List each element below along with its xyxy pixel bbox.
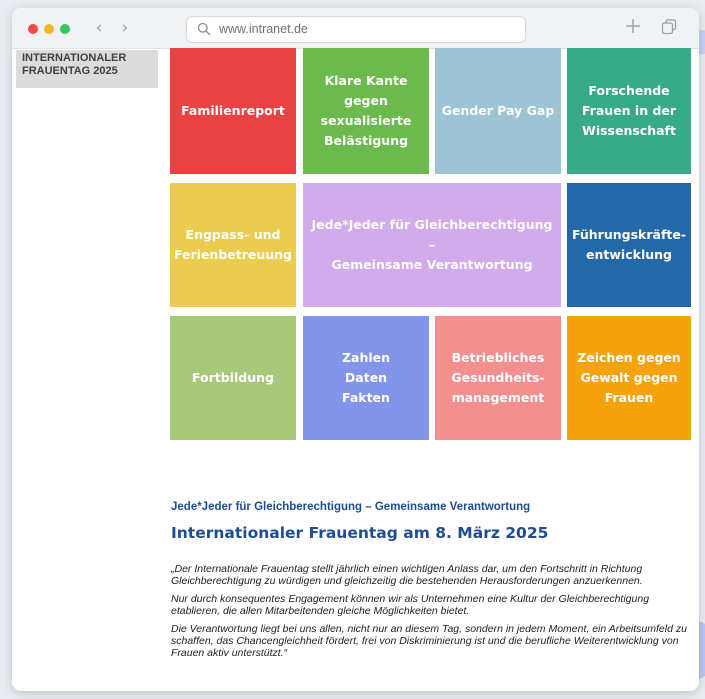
tile-familienreport[interactable]: Familienreport <box>170 48 296 174</box>
chevron-right-icon[interactable]: › <box>116 17 134 39</box>
tile-fortbildung[interactable]: Fortbildung <box>170 316 296 440</box>
tile-gewalt-gegen-frauen[interactable]: Zeichen gegen Gewalt gegen Frauen <box>567 316 691 440</box>
plus-icon[interactable] <box>624 17 642 35</box>
minimize-window-button[interactable] <box>44 24 54 34</box>
tile-gesundheitsmanagement[interactable]: Betriebliches Gesundheits- management <box>435 316 561 440</box>
article-kicker: Jede*Jeder für Gleichberechtigung – Geme… <box>171 501 531 513</box>
sidebar-item-label: INTERNATIONALER FRAUENTAG 2025 <box>22 52 127 77</box>
article-headline: Internationaler Frauentag am 8. März 202… <box>171 524 549 542</box>
article-paragraph: Die Verantwortung liegt bei uns allen, n… <box>171 623 687 659</box>
browser-toolbar: ‹ › www.intranet.de <box>12 8 699 49</box>
address-bar[interactable]: www.intranet.de <box>186 16 526 43</box>
tile-gleichberechtigung[interactable]: Jede*Jeder für Gleichberechtigung – Geme… <box>303 183 561 307</box>
chevron-left-icon[interactable]: ‹ <box>90 17 108 39</box>
tabs-overview-icon[interactable] <box>660 18 678 36</box>
tile-gender-pay-gap[interactable]: Gender Pay Gap <box>435 48 561 174</box>
article: Jede*Jeder für Gleichberechtigung – Geme… <box>171 500 691 659</box>
tile-zahlen-daten-fakten[interactable]: Zahlen Daten Fakten <box>303 316 429 440</box>
article-paragraph: „Der Internationale Frauentag stellt jäh… <box>171 563 643 587</box>
close-window-button[interactable] <box>28 24 38 34</box>
maximize-window-button[interactable] <box>60 24 70 34</box>
article-paragraph: Nur durch konsequentes Engagement können… <box>171 593 650 617</box>
sidebar-item-frauentag[interactable]: INTERNATIONALER FRAUENTAG 2025 <box>16 50 158 88</box>
url-text: www.intranet.de <box>219 22 308 36</box>
tile-engpass-ferienbetreuung[interactable]: Engpass- und Ferienbetreuung <box>170 183 296 307</box>
tile-klare-kante[interactable]: Klare Kante gegen sexualisierte Belästig… <box>303 48 429 174</box>
browser-window: ‹ › www.intranet.de INTERNATIONALER FRAU… <box>12 8 699 691</box>
tile-fuehrungskraefteentwicklung[interactable]: Führungskräfte- entwicklung <box>567 183 691 307</box>
tile-forschende-frauen[interactable]: Forschende Frauen in der Wissenschaft <box>567 48 691 174</box>
search-icon <box>197 22 211 36</box>
